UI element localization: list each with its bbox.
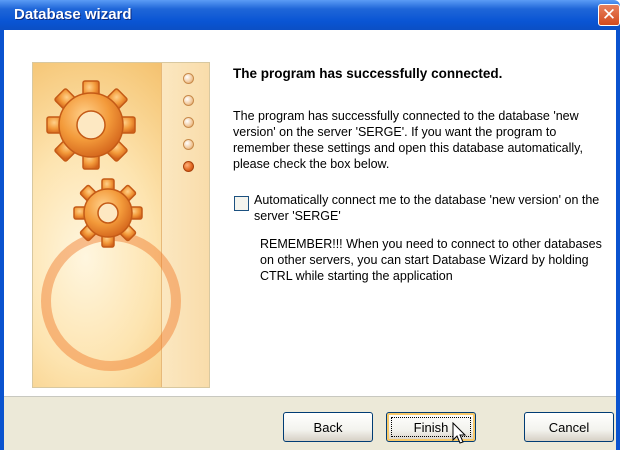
close-icon: ✕ bbox=[601, 5, 617, 24]
auto-connect-label[interactable]: Automatically connect me to the database… bbox=[254, 192, 614, 224]
success-heading: The program has successfully connected. bbox=[233, 66, 503, 81]
window-frame-right bbox=[616, 30, 620, 450]
window-title: Database wizard bbox=[14, 6, 132, 23]
finish-button-label: Finish bbox=[413, 419, 449, 435]
wizard-illustration bbox=[32, 62, 210, 388]
auto-connect-checkbox[interactable] bbox=[234, 196, 249, 211]
remember-note: REMEMBER!!! When you need to connect to … bbox=[260, 237, 602, 283]
cancel-button[interactable]: Cancel bbox=[524, 412, 614, 442]
gears-icon bbox=[46, 80, 143, 248]
back-button-label: Back bbox=[313, 419, 343, 435]
cancel-button-label: Cancel bbox=[548, 419, 590, 435]
window-frame-left bbox=[0, 30, 4, 450]
mouse-cursor-icon bbox=[452, 422, 467, 444]
back-button[interactable]: Back bbox=[283, 412, 373, 442]
title-bar[interactable]: Database wizard ✕ bbox=[0, 0, 620, 30]
close-button[interactable]: ✕ bbox=[598, 4, 620, 26]
success-description: The program has successfully connected t… bbox=[233, 109, 583, 171]
